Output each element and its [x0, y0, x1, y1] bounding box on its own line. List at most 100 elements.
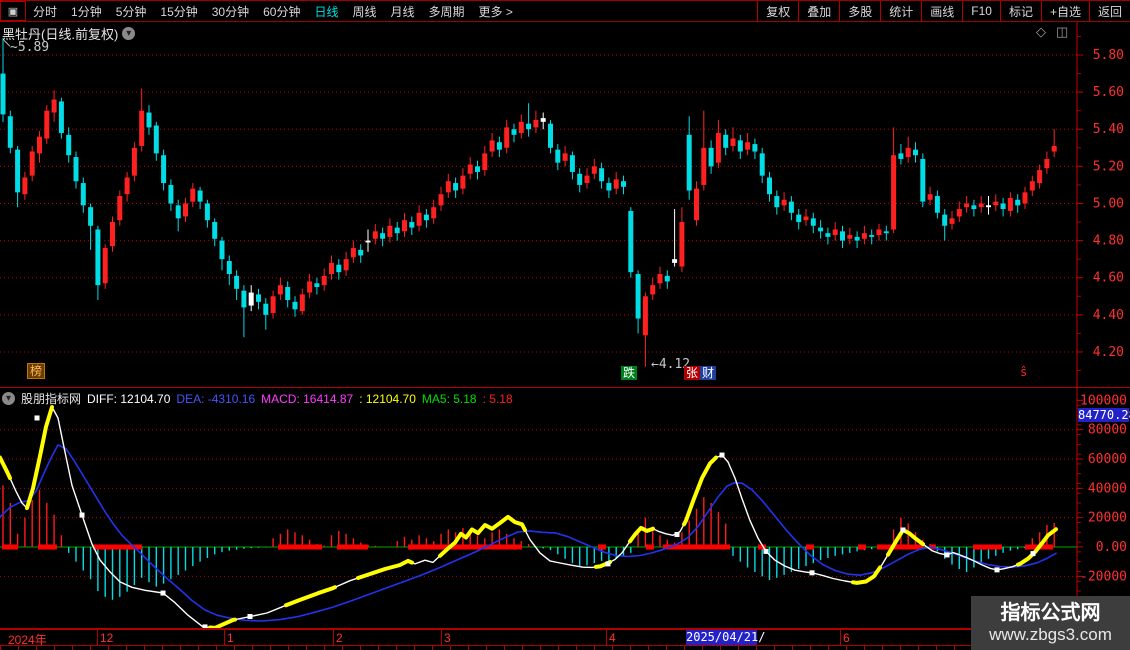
candle [88, 207, 94, 226]
candle [847, 235, 853, 239]
candle [37, 136, 42, 154]
candle [533, 119, 539, 128]
split-window-icon[interactable]: ◫ [1056, 24, 1068, 40]
period-tab-4[interactable]: 30分钟 [205, 1, 256, 21]
diff-line-marker [605, 561, 611, 567]
candle [657, 274, 663, 284]
candle [190, 188, 196, 202]
toolbar-button-5[interactable]: F10 [962, 1, 1000, 21]
candle [759, 153, 765, 176]
candle [1007, 197, 1013, 211]
period-tab-6[interactable]: 日线 [307, 1, 345, 21]
top-toolbar: ▣ 分时 1分钟 5分钟 15分钟 30分钟 60分钟 日线 周线 月线 多周期 更多 > 复权 叠加… [0, 0, 1130, 22]
candle [343, 259, 349, 271]
indicator-axis-label: 0.00 [1096, 540, 1127, 555]
period-tab-3[interactable]: 15分钟 [153, 1, 204, 21]
candle [942, 214, 948, 226]
candle [489, 140, 495, 152]
candle [241, 290, 247, 308]
candle [285, 287, 291, 300]
toolbar-button-6[interactable]: 标记 [999, 1, 1041, 21]
candle [708, 147, 714, 167]
candle [723, 134, 729, 148]
candle [95, 229, 101, 286]
signal-yellow-segment [356, 558, 414, 580]
diff-line-marker [1030, 551, 1036, 557]
candle [496, 142, 502, 150]
macd-secondary-value: : 12104.70 [359, 391, 416, 406]
toolbar-button-0[interactable]: 复权 [757, 1, 798, 21]
wealth-signal-badge: 财 [700, 366, 717, 380]
price-axis-label: 4.40 [1093, 308, 1124, 323]
candle [329, 262, 334, 275]
toolbar-button-7[interactable]: +自选 [1040, 1, 1089, 21]
macd-value: MACD: 16414.87 [261, 391, 354, 406]
time-axis[interactable]: 2025/04/21/一 2024年1212346 [0, 628, 1130, 650]
price-axis-label: 5.40 [1093, 122, 1124, 137]
candle [336, 264, 342, 273]
price-axis-label: 5.00 [1093, 196, 1124, 211]
candle [949, 218, 955, 224]
toolbar-button-1[interactable]: 叠加 [798, 1, 839, 21]
chevron-down-icon[interactable]: ▾ [122, 27, 136, 40]
candle [409, 222, 415, 228]
dea-value: DEA: -4310.16 [176, 391, 256, 406]
period-tab-8[interactable]: 月线 [384, 1, 422, 21]
period-tab-0[interactable]: 分时 [26, 1, 64, 21]
toolbar-actions: 复权 叠加 多股 统计 画线 F10 标记 +自选 返回 [757, 1, 1130, 21]
candle [416, 212, 422, 226]
candle [438, 194, 444, 206]
stock-title[interactable]: 黑牡丹(日线.前复权) ▾ [2, 24, 136, 43]
candle [832, 229, 838, 236]
candle [737, 140, 743, 152]
diamond-icon[interactable]: ◇ [1036, 24, 1046, 40]
candle [58, 101, 64, 133]
indicator-axis-label: -20000 [1080, 569, 1127, 584]
logo-title: 指标公式网 [1000, 602, 1101, 624]
diff-line-marker [674, 532, 680, 538]
candle [263, 303, 269, 315]
candle [387, 225, 393, 237]
candle [788, 201, 794, 213]
candle [971, 205, 977, 210]
candle [562, 153, 568, 161]
period-tab-9[interactable]: 多周期 [422, 1, 472, 21]
candle [577, 173, 583, 185]
candle [694, 188, 699, 221]
candle [168, 184, 174, 204]
candle [482, 153, 488, 171]
candle [555, 149, 561, 163]
candle [350, 248, 356, 258]
candle [102, 248, 108, 284]
candle [1029, 181, 1035, 191]
candle [7, 116, 13, 148]
toolbar-button-8[interactable]: 返回 [1088, 1, 1130, 21]
period-tab-2[interactable]: 5分钟 [109, 1, 154, 21]
diff-line-marker [160, 590, 166, 596]
candle [701, 147, 707, 185]
toolbar-button-2[interactable]: 多股 [839, 1, 880, 21]
period-tab-1[interactable]: 1分钟 [64, 1, 109, 21]
indicator-name[interactable]: 股朋指标网 [21, 390, 81, 407]
chart-canvas[interactable]: 5.80 5.60 5.40 5.20 5.00 4.80 4.60 4.40 4.20 1000… [0, 0, 1130, 650]
period-tab-10[interactable]: 更多 > [472, 1, 520, 21]
candle [299, 294, 305, 312]
candle [504, 127, 510, 148]
window-layout-icon[interactable]: ▣ [0, 1, 26, 21]
period-tab-7[interactable]: 周线 [345, 1, 383, 21]
candle [110, 222, 115, 247]
indicator-chevron-icon[interactable]: ▾ [2, 392, 15, 405]
candle [256, 294, 261, 302]
candle [679, 222, 685, 267]
watermark-logo: 指标公式网 www.zbgs3.com [971, 596, 1130, 650]
candle [825, 233, 831, 237]
candle [986, 205, 991, 208]
stock-title-label: 黑牡丹(日线.前复权) [2, 27, 119, 42]
period-tab-5[interactable]: 60分钟 [256, 1, 307, 21]
toolbar-button-3[interactable]: 统计 [880, 1, 921, 21]
candle [920, 158, 926, 202]
signal-yellow-segment [208, 617, 237, 630]
candle [621, 181, 626, 187]
toolbar-button-4[interactable]: 画线 [921, 1, 962, 21]
diff-line-marker [900, 527, 906, 533]
